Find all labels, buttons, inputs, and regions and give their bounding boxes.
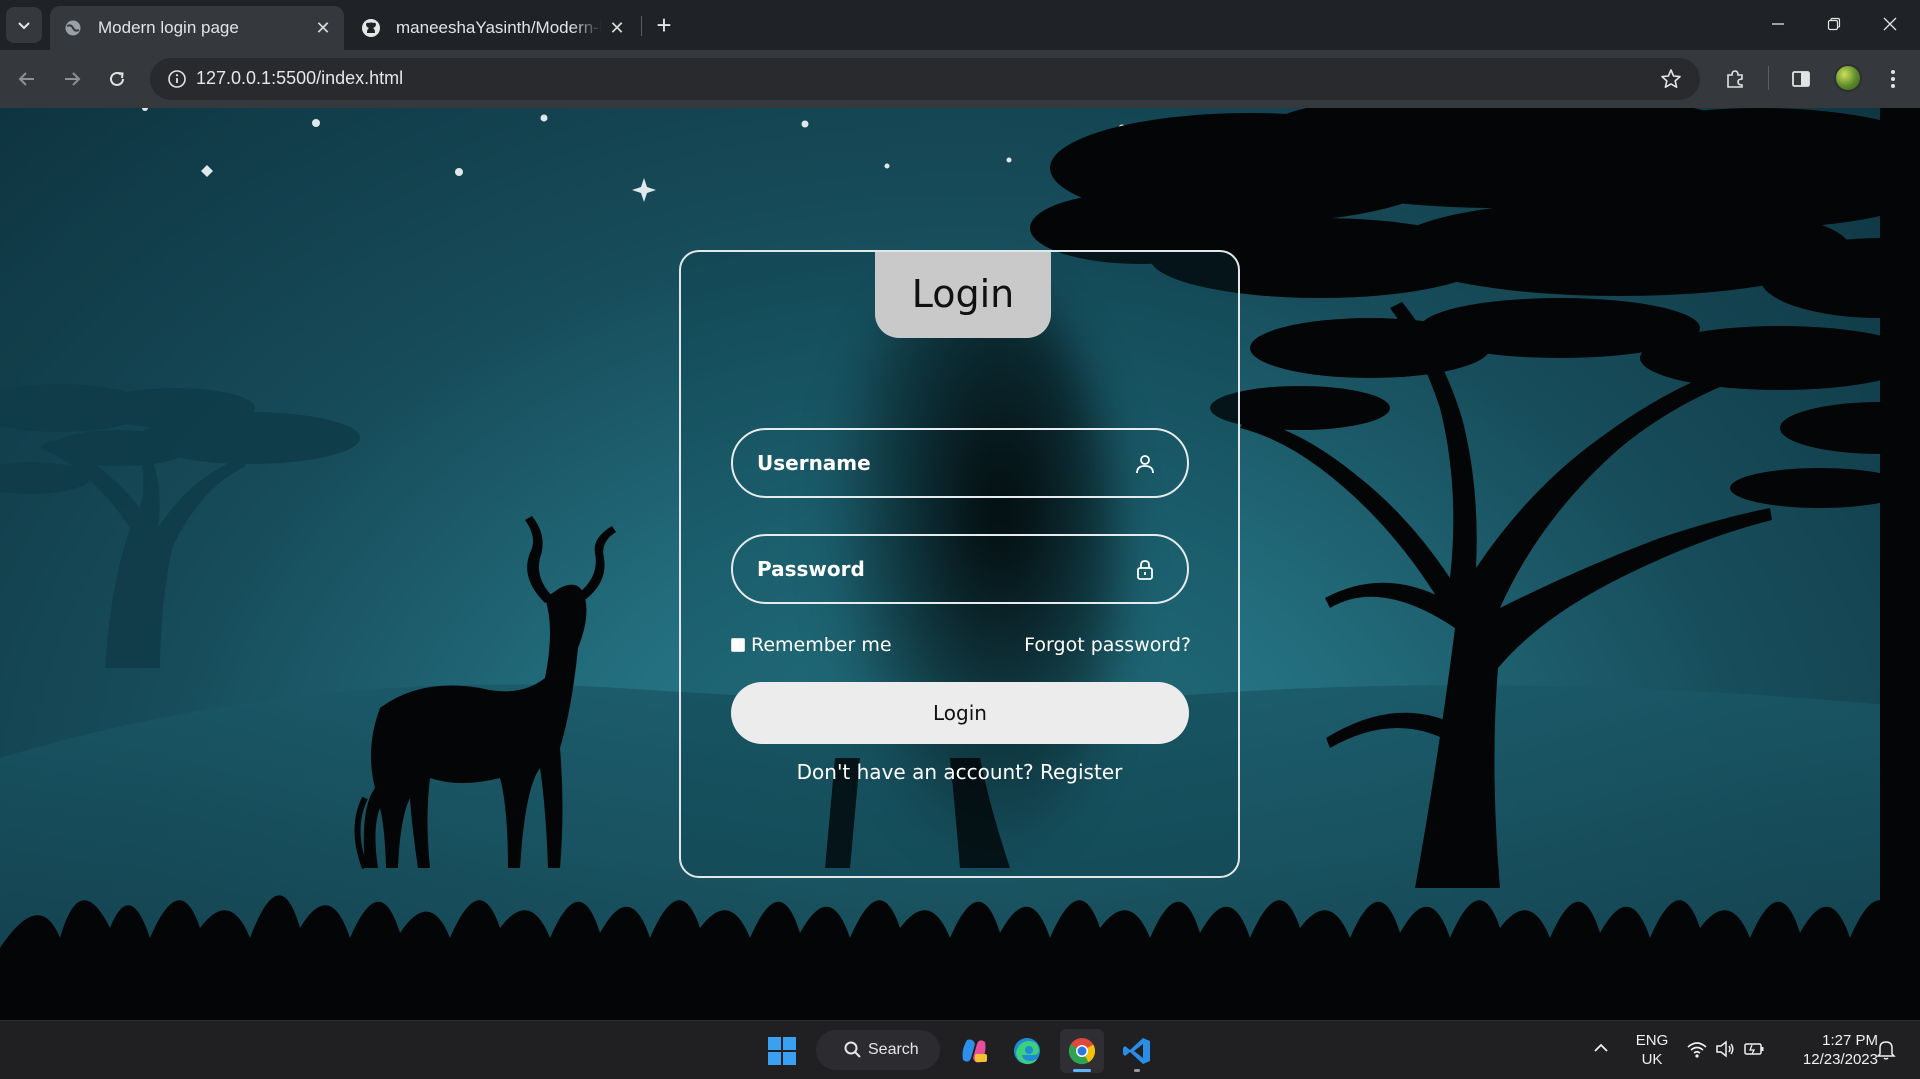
copilot-icon bbox=[962, 1039, 987, 1063]
close-icon bbox=[1883, 17, 1897, 31]
start-button[interactable] bbox=[760, 1029, 804, 1073]
restore-button[interactable] bbox=[1806, 0, 1862, 48]
lock-icon bbox=[1137, 560, 1153, 580]
tab-divider bbox=[641, 16, 642, 36]
notifications-button[interactable] bbox=[1876, 1039, 1900, 1079]
vscode-app[interactable] bbox=[1115, 1029, 1159, 1073]
new-tab-button[interactable]: + bbox=[648, 9, 680, 41]
edge-icon bbox=[1014, 1038, 1040, 1065]
site-info-icon[interactable] bbox=[160, 62, 194, 96]
search-label: Search bbox=[868, 1041, 919, 1058]
left-tree bbox=[0, 384, 360, 668]
username-field[interactable] bbox=[731, 428, 1189, 498]
language-code: ENG bbox=[1635, 1032, 1669, 1049]
tab-strip: Modern login page ✕ maneeshaYasinth/Mode… bbox=[0, 0, 1920, 50]
active-indicator bbox=[1073, 1069, 1091, 1072]
volume-icon bbox=[1716, 1040, 1734, 1058]
reload-button[interactable] bbox=[100, 62, 134, 96]
clock[interactable]: 1:27 PM 12/23/2023 bbox=[1782, 1031, 1878, 1079]
vscode-icon bbox=[1123, 1038, 1150, 1064]
login-card: Login Remember me Forgot password? Login… bbox=[679, 250, 1240, 878]
wifi-icon bbox=[1687, 1042, 1707, 1058]
login-button[interactable]: Login bbox=[731, 682, 1189, 744]
minimize-icon bbox=[1772, 23, 1784, 25]
reload-icon bbox=[110, 71, 124, 86]
copilot-app[interactable] bbox=[952, 1029, 996, 1073]
extensions-puzzle-icon[interactable] bbox=[1718, 62, 1752, 96]
close-window-button[interactable] bbox=[1862, 0, 1918, 48]
url-text: 127.0.0.1:5500/index.html bbox=[196, 68, 404, 88]
language-indicator[interactable]: ENG UK bbox=[1632, 1031, 1672, 1079]
more-menu-icon[interactable] bbox=[1876, 62, 1910, 96]
arrow-left-icon bbox=[18, 72, 34, 86]
tab-title: maneeshaYasinth/Modern-look bbox=[396, 18, 602, 37]
bookmark-star-icon[interactable] bbox=[1654, 62, 1688, 96]
register-link[interactable]: Don't have an account? Register bbox=[681, 760, 1238, 784]
forward-button[interactable] bbox=[55, 62, 89, 96]
globe-icon bbox=[62, 17, 84, 39]
back-button[interactable] bbox=[10, 62, 44, 96]
windows-logo-icon bbox=[768, 1037, 796, 1065]
browser-toolbar: 127.0.0.1:5500/index.html bbox=[0, 50, 1920, 108]
bell-icon bbox=[1876, 1041, 1896, 1060]
username-input[interactable] bbox=[757, 451, 1117, 475]
tab-title: Modern login page bbox=[98, 18, 239, 37]
password-input[interactable] bbox=[757, 557, 1117, 581]
chrome-app[interactable] bbox=[1060, 1029, 1104, 1073]
edge-app[interactable] bbox=[1005, 1029, 1049, 1073]
password-field[interactable] bbox=[731, 534, 1189, 604]
chevron-up-icon bbox=[1594, 1043, 1608, 1052]
page-viewport: Login Remember me Forgot password? Login… bbox=[0, 108, 1920, 1020]
remember-checkbox[interactable] bbox=[731, 638, 745, 652]
taskbar-search[interactable]: Search bbox=[816, 1030, 940, 1070]
github-icon bbox=[360, 17, 382, 39]
close-icon[interactable]: ✕ bbox=[602, 13, 632, 43]
arrow-right-icon bbox=[65, 72, 81, 86]
running-indicator bbox=[1134, 1069, 1140, 1072]
restore-icon bbox=[1827, 17, 1841, 31]
tab-github[interactable]: maneeshaYasinth/Modern-look ✕ bbox=[348, 6, 638, 50]
chevron-down-icon bbox=[18, 22, 30, 30]
address-bar[interactable]: 127.0.0.1:5500/index.html bbox=[150, 58, 1700, 100]
side-panel-icon[interactable] bbox=[1784, 62, 1818, 96]
tab-modern-login[interactable]: Modern login page ✕ bbox=[50, 6, 344, 50]
tab-search-button[interactable] bbox=[6, 7, 42, 43]
toolbar-divider bbox=[1768, 66, 1769, 90]
region-code: UK bbox=[1641, 1051, 1663, 1068]
windows-taskbar: Search ENG UK 1:27 PM 12/23/2023 bbox=[0, 1020, 1920, 1079]
system-tray-icons[interactable] bbox=[1686, 1039, 1776, 1079]
profile-avatar[interactable] bbox=[1834, 64, 1862, 92]
forgot-password-link[interactable]: Forgot password? bbox=[1024, 634, 1191, 656]
search-icon bbox=[844, 1041, 861, 1058]
chrome-icon bbox=[1068, 1038, 1096, 1065]
remember-label: Remember me bbox=[751, 634, 892, 656]
minimize-button[interactable] bbox=[1750, 0, 1806, 48]
login-options: Remember me Forgot password? bbox=[731, 632, 1191, 662]
battery-icon bbox=[1744, 1043, 1764, 1055]
login-title: Login bbox=[875, 252, 1051, 338]
user-icon bbox=[1136, 455, 1154, 474]
show-hidden-icons[interactable] bbox=[1592, 1039, 1616, 1079]
close-icon[interactable]: ✕ bbox=[308, 13, 338, 43]
remember-me[interactable]: Remember me bbox=[731, 634, 892, 656]
time-text: 1:27 PM bbox=[1822, 1032, 1878, 1049]
date-text: 12/23/2023 bbox=[1802, 1051, 1878, 1068]
